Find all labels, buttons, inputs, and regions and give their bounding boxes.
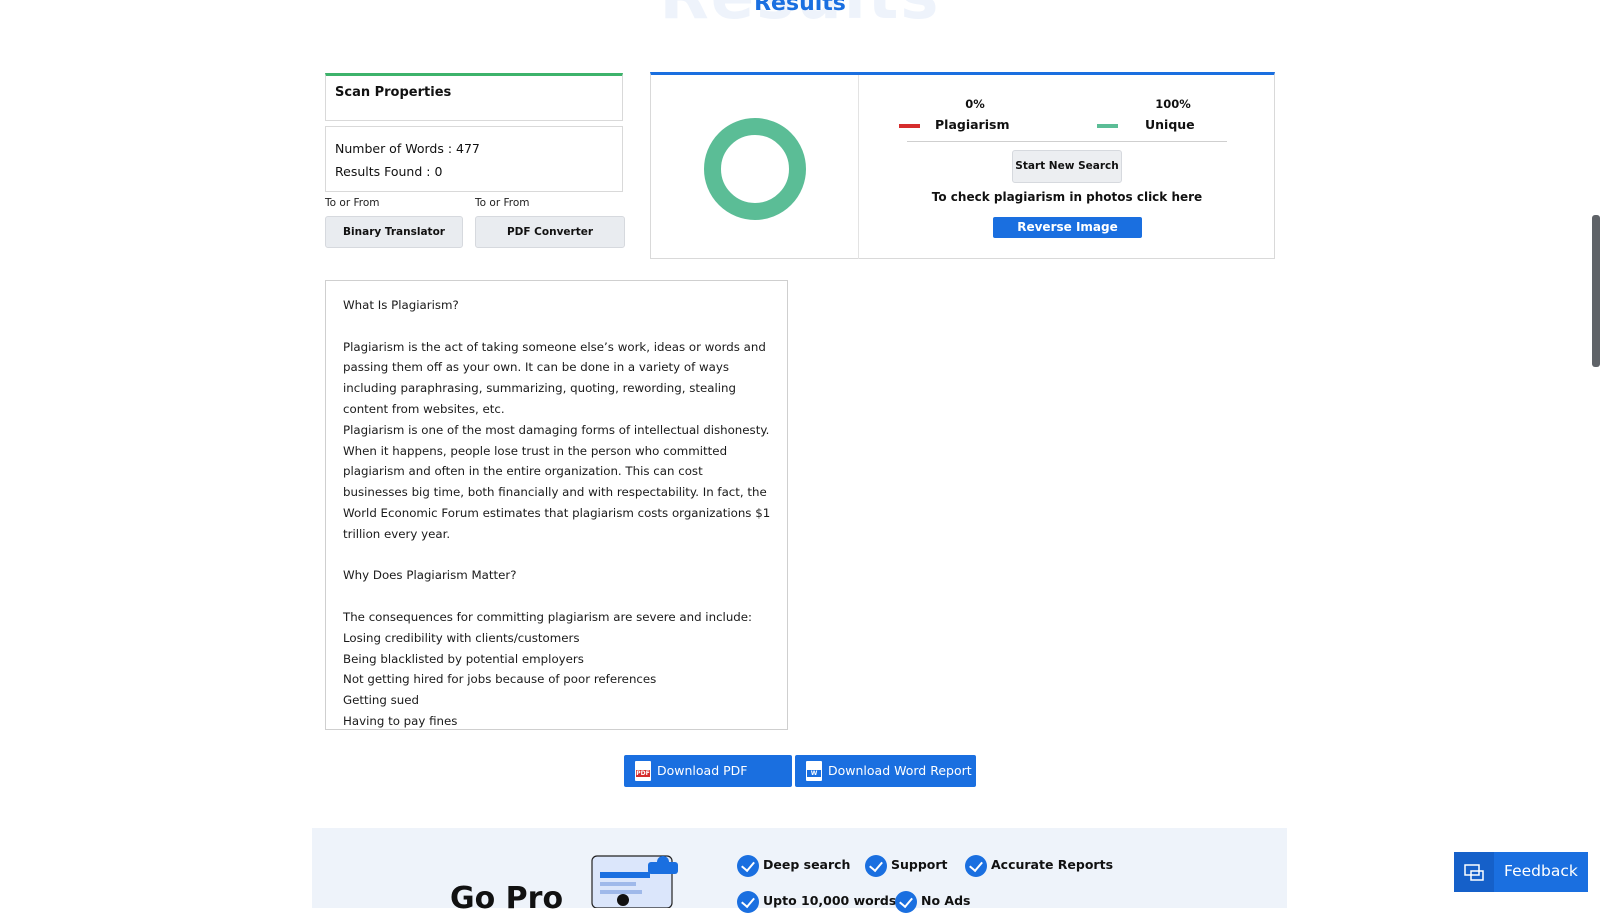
text-line: Losing credibility with clients/customer… xyxy=(343,630,580,645)
unique-legend-swatch xyxy=(1097,124,1118,128)
results-found: Results Found : 0 xyxy=(335,164,443,179)
feedback-label: Feedback xyxy=(1504,862,1578,880)
download-word-report-button[interactable]: W Download Word Report xyxy=(795,755,976,787)
check-icon xyxy=(895,891,917,913)
report-illustration-icon xyxy=(591,855,678,908)
photo-check-text: To check plagiarism in photos click here xyxy=(931,190,1203,204)
download-pdf-report-button[interactable]: PDF Download PDF Report xyxy=(624,755,792,810)
text-line: Being blacklisted by potential employers xyxy=(343,651,584,666)
start-new-search-button[interactable]: Start New Search xyxy=(1012,150,1122,183)
unique-percent: 100% xyxy=(1155,97,1191,111)
reverse-image-search-button[interactable]: Reverse Image Search xyxy=(993,217,1142,255)
legend-divider xyxy=(907,141,1227,142)
text-line: Plagiarism is the act of taking someone … xyxy=(343,339,766,416)
unique-label: Unique xyxy=(1145,117,1195,132)
uniqueness-donut-chart xyxy=(704,118,806,220)
result-panel: 0% Plagiarism 100% Unique Start New Sear… xyxy=(650,72,1275,259)
checked-text-area[interactable]: What Is Plagiarism? Plagiarism is the ac… xyxy=(325,280,788,730)
to-from-label: To or From xyxy=(325,197,380,209)
text-line: What Is Plagiarism? xyxy=(343,298,459,312)
feedback-button[interactable]: Feedback xyxy=(1454,852,1588,892)
word-file-icon: W xyxy=(806,761,822,781)
text-line: Plagiarism is one of the most damaging f… xyxy=(343,422,771,541)
result-divider xyxy=(858,75,859,259)
download-pdf-label: Download PDF Report xyxy=(657,763,748,810)
check-icon xyxy=(737,891,759,913)
pdf-file-icon: PDF xyxy=(635,761,651,781)
go-pro-heading: Go Pro xyxy=(450,881,564,916)
text-line: Not getting hired for jobs because of po… xyxy=(343,672,657,687)
check-icon xyxy=(865,855,887,877)
check-icon xyxy=(965,855,987,877)
to-from-label: To or From xyxy=(475,197,530,209)
scan-properties-heading: Scan Properties xyxy=(335,85,452,100)
text-line: Why Does Plagiarism Matter? xyxy=(343,568,517,583)
plagiarism-label: Plagiarism xyxy=(935,117,1010,132)
page-scrollbar-thumb[interactable] xyxy=(1592,215,1600,367)
scan-properties-panel: Number of Words : 477 Results Found : 0 xyxy=(325,126,623,192)
go-pro-section: Go Pro Deep search Support Accurate Repo… xyxy=(312,828,1287,916)
pdf-converter-button[interactable]: PDF Converter xyxy=(475,216,625,248)
check-icon xyxy=(737,855,759,877)
plagiarism-percent: 0% xyxy=(965,97,985,111)
text-line: Getting sued xyxy=(343,693,420,708)
feedback-icon xyxy=(1454,852,1494,892)
scan-properties-header: Scan Properties xyxy=(325,73,623,121)
word-count: Number of Words : 477 xyxy=(335,141,480,156)
download-word-label: Download Word Report xyxy=(828,763,972,778)
text-line: The consequences for committing plagiari… xyxy=(343,609,753,624)
text-line: Having to pay fines xyxy=(343,713,458,728)
results-title: Results xyxy=(754,0,846,16)
plagiarism-legend-swatch xyxy=(899,124,920,128)
binary-translator-button[interactable]: Binary Translator xyxy=(325,216,463,248)
